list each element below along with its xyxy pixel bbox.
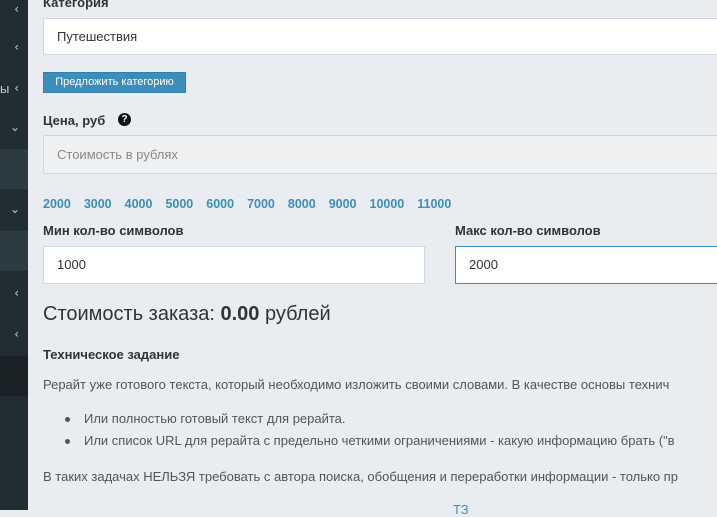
chevron-left-icon: ‹: [14, 81, 19, 95]
price-preset-link[interactable]: 5000: [165, 197, 193, 211]
chevron-down-icon: ⌄: [9, 120, 20, 134]
spec-note: В таких задачах НЕЛЬЗЯ требовать с автор…: [43, 469, 678, 484]
sidebar: ‹ ‹ ы ‹ ⌄ ⌄ ‹ ‹: [0, 0, 28, 510]
help-icon[interactable]: ?: [118, 113, 131, 126]
price-preset-link[interactable]: 2000: [43, 197, 71, 211]
chevron-left-icon: ‹: [14, 40, 19, 54]
min-chars-field[interactable]: 1000: [43, 246, 425, 284]
suggest-category-button[interactable]: Предложить категорию: [43, 72, 186, 93]
chevron-left-icon: ‹: [14, 327, 19, 341]
sidebar-item-4[interactable]: ⌄: [0, 108, 28, 148]
sidebar-item-2[interactable]: ‹: [0, 28, 28, 68]
sidebar-submenu[interactable]: [0, 149, 28, 189]
chevron-left-icon: ‹: [14, 2, 19, 16]
price-label: Цена, руб: [43, 113, 106, 128]
chevron-left-icon: ‹: [14, 286, 19, 300]
max-chars-field[interactable]: 2000: [455, 246, 717, 284]
spec-intro: Рерайт уже готового текста, который необ…: [43, 377, 670, 392]
sidebar-item-1[interactable]: ‹: [0, 0, 28, 30]
price-presets: 2000 3000 4000 5000 6000 7000 8000 9000 10000 110…: [43, 197, 464, 211]
chevron-down-icon: ⌄: [9, 202, 20, 216]
order-cost-value: 0.00: [220, 303, 260, 325]
category-field[interactable]: Путешествия: [43, 18, 717, 55]
spec-title: Техническое задание: [43, 347, 180, 362]
order-cost-suffix: рублей: [264, 303, 331, 325]
sidebar-item-8[interactable]: [0, 356, 28, 396]
price-preset-link[interactable]: 10000: [370, 197, 405, 211]
sidebar-item-5[interactable]: ⌄: [0, 190, 28, 230]
list-item: Или полностью готовый текст для рерайта.: [65, 411, 675, 433]
price-preset-link[interactable]: 4000: [125, 197, 153, 211]
sidebar-item-6[interactable]: ‹: [0, 274, 28, 314]
spec-bullet-list: Или полностью готовый текст для рерайта.…: [65, 411, 675, 455]
price-preset-link[interactable]: 6000: [206, 197, 234, 211]
order-cost-prefix: Стоимость заказа:: [43, 303, 215, 325]
price-preset-link[interactable]: 3000: [84, 197, 112, 211]
sidebar-item-3[interactable]: ы ‹: [0, 69, 28, 109]
price-preset-link[interactable]: 9000: [329, 197, 357, 211]
max-chars-label: Макс кол-во символов: [455, 223, 601, 238]
price-input[interactable]: Стоимость в рублях: [43, 135, 717, 174]
min-chars-label: Мин кол-во символов: [43, 223, 184, 238]
price-preset-link[interactable]: 11000: [417, 197, 451, 211]
price-preset-link[interactable]: 8000: [288, 197, 316, 211]
order-cost: Стоимость заказа: 0.00 рублей: [43, 303, 331, 326]
list-item: Или список URL для рерайта с предельно ч…: [65, 433, 675, 455]
sidebar-item-7[interactable]: ‹: [0, 315, 28, 355]
category-label: Категория: [43, 0, 109, 10]
sidebar-item-label: ы: [0, 81, 10, 96]
sidebar-submenu[interactable]: [0, 231, 28, 271]
price-preset-link[interactable]: 7000: [247, 197, 275, 211]
